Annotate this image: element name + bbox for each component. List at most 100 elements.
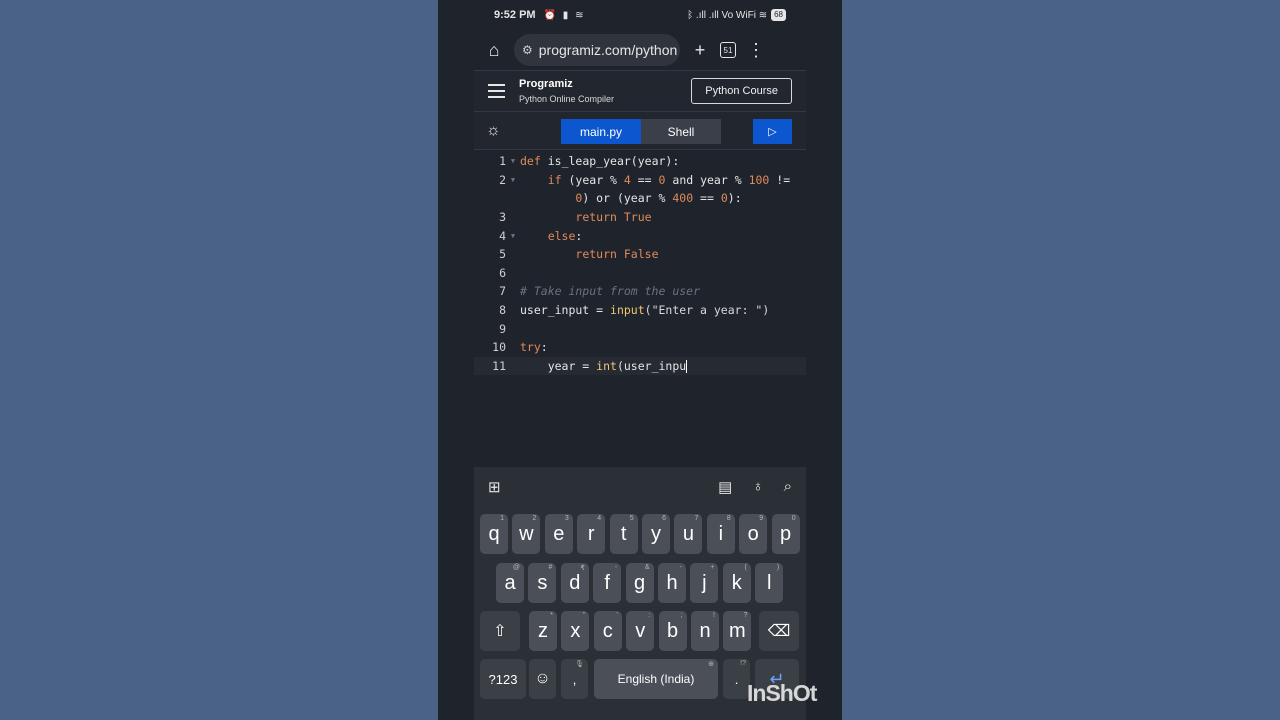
key-label: h [666,571,678,594]
keyboard-row-3: ⇧ ⌫ * z " x ' c: v; b! n? m [474,611,806,651]
backspace-key[interactable]: ⌫ [759,611,799,651]
apps-grid-icon[interactable]: ⊞ [488,478,501,496]
key-m[interactable]: ? m [723,611,752,651]
key-hint: * [550,612,553,619]
site-settings-icon[interactable]: ⚙ [522,43,533,57]
tab-switcher-icon[interactable]: 51 [720,42,736,58]
key-a[interactable]: @ a [496,563,524,603]
key-label: j [702,571,707,594]
code-line: 1 ▼ def is_leap_year(year): [474,152,806,171]
key-f[interactable]: -f [593,563,622,603]
key-u[interactable]: 7u [674,514,703,554]
clipboard-icon[interactable]: ▤ [718,478,732,496]
line-number: 4 [499,228,506,243]
line-number: 7 [499,284,506,299]
key-n[interactable]: ! n [691,611,719,651]
key-label: u [682,522,694,545]
key-o[interactable]: 9o [739,514,768,554]
key-label: f [604,571,610,594]
key-label: t [620,522,627,545]
site-header: Programiz Python Online Compiler Python … [474,70,806,112]
fold-arrow-icon[interactable]: ▼ [506,157,520,165]
search-icon[interactable]: ⌕ [784,478,792,496]
tab-shell[interactable]: Shell [641,119,721,144]
editor-toolbar: ☼ main.py Shell ▷ [474,112,806,150]
key-y[interactable]: 6y [642,514,670,554]
key-l[interactable]: ) l [755,563,784,603]
key-label: x [570,619,581,642]
key-hint: 7 [694,515,699,522]
status-bar: 9:52 PM ⏰ ▮ ≋ ᛒ .ıll .ıll Vo WiFi ≋ 68 [474,0,806,30]
comma-key[interactable]: 🎙 , [561,659,588,699]
key-hint: # [548,564,553,571]
key-p[interactable]: 0p [771,514,800,554]
address-bar[interactable]: ⚙ programiz.com/python [514,34,680,66]
key-q[interactable]: 1q [480,514,508,554]
line-number: 6 [499,265,506,280]
key-hint: 8 [726,515,731,522]
tab-main-py[interactable]: main.py [561,119,641,144]
key-w[interactable]: 2w [512,514,541,554]
battery-icon: 68 [771,9,786,21]
run-button[interactable]: ▷ [753,119,792,144]
site-logo: Programiz [519,78,573,90]
key-d[interactable]: ₹ d [560,563,589,603]
background-left-panel [438,0,474,720]
key-label: i [718,522,724,545]
line-number: 3 [499,210,506,225]
key-v[interactable]: :v [626,611,655,651]
key-label: z [538,619,548,642]
more-menu-icon[interactable]: ⋮ [746,40,766,61]
key-g[interactable]: & g [625,563,654,603]
key-h[interactable]: -h [658,563,686,603]
code-editor[interactable]: 1 ▼ def is_leap_year(year): 2 ▼ if (year… [474,150,806,465]
key-c[interactable]: ' c [593,611,622,651]
python-course-button[interactable]: Python Course [691,78,792,104]
keyboard-row-1: 1q2w3e4r5t6y7u8i9o0p [474,514,806,554]
new-tab-icon[interactable]: + [690,40,710,61]
code-line: 8 user_input = input("Enter a year: ") [474,301,806,320]
key-t[interactable]: 5t [609,514,638,554]
symbols-key[interactable]: ?123 [480,659,526,699]
phone-screen: 9:52 PM ⏰ ▮ ≋ ᛒ .ıll .ıll Vo WiFi ≋ 68 ⌂… [474,0,806,720]
status-right-icons: ᛒ .ıll .ıll Vo WiFi ≋ 68 [687,9,786,21]
period-key[interactable]: !? . [723,659,750,699]
code-line: 6 [474,264,806,283]
key-label: w [519,522,534,545]
key-hint: & [644,564,650,571]
key-label: r [587,522,595,545]
menu-icon[interactable] [488,84,505,98]
code-line: 10 try: [474,338,806,357]
key-hint: ( [744,564,747,571]
shift-key[interactable]: ⇧ [480,611,520,651]
key-i[interactable]: 8i [706,514,735,554]
key-x[interactable]: " x [561,611,590,651]
home-icon[interactable]: ⌂ [484,40,504,61]
key-hint: 5 [629,515,634,522]
emoji-key[interactable]: ☺ [529,659,556,699]
line-number: 8 [499,303,506,318]
key-hint: + [710,564,715,571]
key-j[interactable]: + j [690,563,719,603]
microphone-icon[interactable]: ♁ [752,478,763,496]
key-label: o [747,522,759,545]
fold-arrow-icon[interactable]: ▼ [506,232,520,240]
key-hint: 9 [759,515,764,522]
key-s[interactable]: # s [528,563,557,603]
key-label: k [731,571,742,594]
fold-arrow-icon[interactable]: ▼ [506,176,520,184]
key-label: p [780,522,792,545]
code-line: 9 [474,319,806,338]
status-time: 9:52 PM [494,9,536,21]
key-e[interactable]: 3e [544,514,573,554]
key-b[interactable]: ; b [658,611,687,651]
line-number: 9 [499,321,506,336]
key-z[interactable]: * z [529,611,557,651]
key-label: b [667,619,679,642]
key-k[interactable]: (k [722,563,751,603]
key-label: s [537,571,548,594]
theme-toggle-icon[interactable]: ☼ [486,122,501,140]
space-key[interactable]: ⊕ English (India) [594,659,718,699]
key-r[interactable]: 4r [577,514,606,554]
brand[interactable]: Programiz Python Online Compiler [519,78,614,104]
